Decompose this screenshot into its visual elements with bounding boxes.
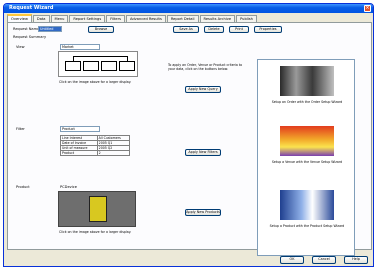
close-icon[interactable]: × bbox=[364, 5, 371, 12]
save-as-button[interactable]: Save As bbox=[173, 26, 199, 33]
apply-new-filters-button[interactable]: Apply New Filters bbox=[185, 149, 221, 156]
request-wizard-window: Request Wizard × Overview Data Menu Repo… bbox=[3, 3, 374, 267]
product-label: Product bbox=[16, 185, 30, 189]
product-picture bbox=[89, 196, 107, 222]
product-wizard-link[interactable]: Setup a Product with the Product Setup W… bbox=[262, 224, 352, 229]
instructions-text: To apply an Order, Venue or Product crit… bbox=[168, 63, 243, 71]
tab-results-archive[interactable]: Results Archive bbox=[199, 15, 236, 22]
product-hint: Click on the image above for a larger di… bbox=[59, 230, 132, 234]
view-diagram[interactable] bbox=[58, 51, 138, 77]
diagram-connector bbox=[73, 56, 127, 57]
tab-overview[interactable]: Overview bbox=[7, 14, 32, 22]
view-label: View bbox=[16, 45, 25, 49]
diagram-connector bbox=[127, 56, 128, 61]
apply-new-query-button[interactable]: Apply New Query bbox=[185, 86, 221, 93]
request-name-label: Request Name bbox=[13, 27, 40, 31]
venue-wizard-link[interactable]: Setup a Venue with the Venue Setup Wizar… bbox=[262, 160, 352, 165]
filter-label: Filter bbox=[16, 127, 25, 131]
help-button[interactable]: Help bbox=[344, 256, 368, 264]
product-wizard-thumbnail[interactable] bbox=[280, 190, 334, 220]
tab-filters[interactable]: Filters bbox=[106, 15, 125, 22]
properties-button[interactable]: Properties bbox=[254, 26, 282, 33]
tab-publish[interactable]: Publish bbox=[236, 15, 257, 22]
tab-strip: Overview Data Menu Report Settings Filte… bbox=[7, 14, 258, 22]
table-row: Product 2 bbox=[60, 150, 131, 156]
diagram-node bbox=[65, 61, 81, 71]
request-summary-label: Request Summary bbox=[13, 35, 47, 39]
product-value: PCDevice bbox=[60, 185, 77, 189]
product-image[interactable] bbox=[58, 191, 136, 227]
view-hint: Click on the image above for a larger di… bbox=[59, 80, 132, 84]
request-name-field[interactable]: Untitled bbox=[38, 26, 62, 32]
table-cell: Product bbox=[60, 150, 98, 156]
diagram-node bbox=[101, 61, 117, 71]
filter-table: Line Interest All Customers Date of Invo… bbox=[60, 135, 131, 156]
tab-advanced-results[interactable]: Advanced Results bbox=[125, 15, 166, 22]
diagram-node bbox=[119, 61, 135, 71]
ok-button[interactable]: OK bbox=[280, 256, 304, 264]
diagram-node bbox=[83, 61, 99, 71]
tab-data[interactable]: Data bbox=[32, 15, 50, 22]
print-button[interactable]: Print bbox=[229, 26, 249, 33]
order-wizard-thumbnail[interactable] bbox=[280, 66, 334, 96]
delete-button[interactable]: Delete bbox=[204, 26, 224, 33]
browse-button[interactable]: Browse bbox=[88, 26, 114, 33]
table-cell: 2 bbox=[96, 150, 131, 156]
venue-wizard-thumbnail[interactable] bbox=[280, 126, 334, 156]
tab-report-detail[interactable]: Report Detail bbox=[166, 15, 199, 22]
wizard-links-pane: Setup an Order with the Order Setup Wiza… bbox=[257, 59, 355, 256]
apply-new-products-button[interactable]: Apply New Products bbox=[185, 209, 221, 216]
filter-field[interactable]: Product bbox=[60, 126, 100, 132]
order-wizard-link[interactable]: Setup an Order with the Order Setup Wiza… bbox=[262, 100, 352, 105]
dialog-footer: OK Cancel Help bbox=[4, 252, 373, 266]
title-bar: Request Wizard × bbox=[4, 4, 373, 13]
tab-menu[interactable]: Menu bbox=[50, 15, 69, 22]
view-field[interactable]: Market bbox=[60, 44, 100, 50]
overview-panel: Request Name Untitled Browse Save As Del… bbox=[7, 22, 372, 256]
window-title: Request Wizard bbox=[9, 5, 54, 11]
cancel-button[interactable]: Cancel bbox=[312, 256, 336, 264]
tab-report-settings[interactable]: Report Settings bbox=[69, 15, 106, 22]
